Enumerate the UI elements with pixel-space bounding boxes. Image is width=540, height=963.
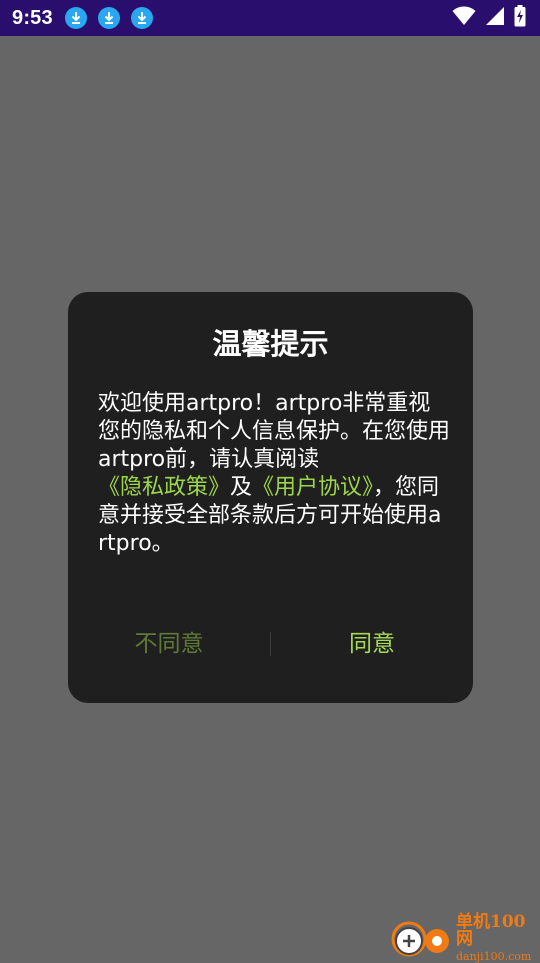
status-time: 9:53 [12, 6, 53, 29]
user-agreement-link[interactable]: 《用户协议》 [252, 475, 373, 500]
dialog-button-row: 不同意 同意 [68, 622, 473, 666]
disagree-button[interactable]: 不同意 [68, 622, 270, 666]
agree-button[interactable]: 同意 [271, 622, 473, 666]
battery-charging-icon [514, 5, 526, 31]
dialog-title: 温馨提示 [212, 327, 329, 361]
signal-icon [485, 6, 505, 30]
privacy-dialog: 温馨提示 欢迎使用artpro！artpro非常重视您的隐私和个人信息保护。在您… [68, 292, 473, 703]
dialog-message: 欢迎使用artpro！artpro非常重视您的隐私和个人信息保护。在您使用art… [98, 390, 450, 558]
watermark: 单机100网 danji100.com [390, 911, 540, 962]
download-icon [130, 7, 153, 29]
watermark-cn: 单机100网 [456, 911, 526, 949]
watermark-text: 单机100网 danji100.com [456, 911, 540, 962]
wifi-icon [452, 6, 476, 30]
download-icon [64, 7, 87, 29]
message-and: 及 [230, 475, 253, 500]
privacy-policy-link[interactable]: 《隐私政策》 [98, 475, 230, 500]
message-intro: 欢迎使用artpro！artpro非常重视您的隐私和个人信息保护。在您使用art… [98, 391, 451, 472]
watermark-logo-icon [390, 917, 454, 959]
download-icon [97, 7, 120, 29]
status-bar: 9:53 [0, 0, 540, 36]
